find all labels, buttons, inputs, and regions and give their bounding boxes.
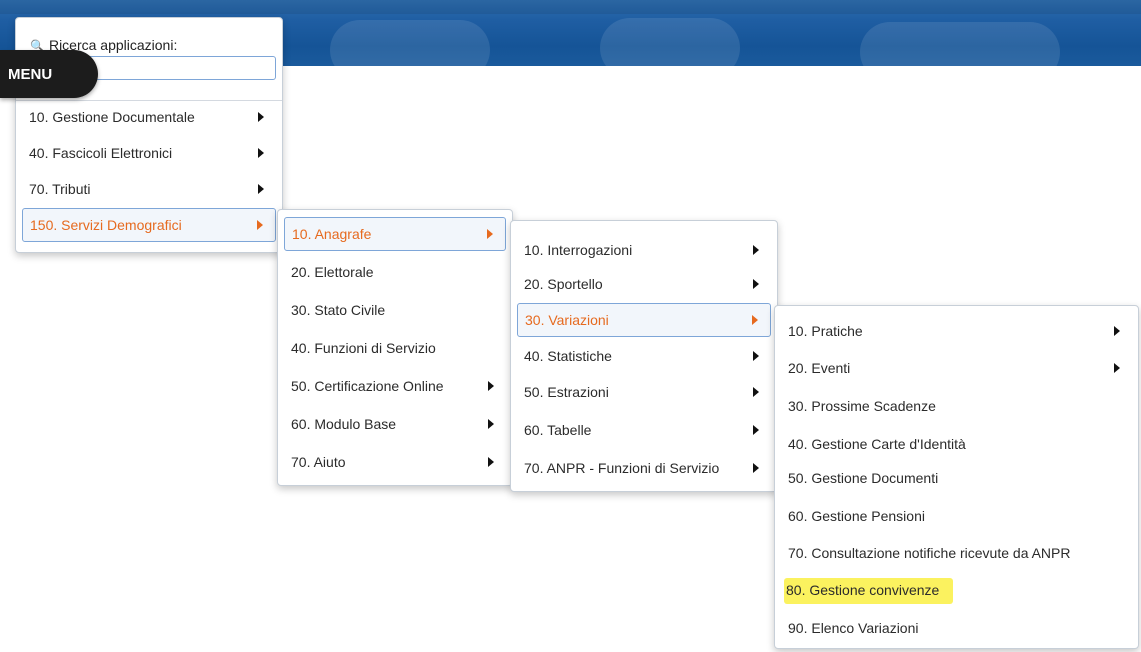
submenu-item-certificazione-online[interactable]: 50. Certificazione Online [284, 369, 506, 403]
submenu-anagrafe: 10. Interrogazioni 20. Sportello 30. Varia… [510, 220, 778, 492]
chevron-right-icon [752, 315, 758, 325]
main-menu-item-gestione-documentale[interactable]: 10. Gestione Documentale [22, 100, 276, 134]
menu-item-label: 70. Aiuto [291, 454, 346, 470]
menu-item-label: 30. Variazioni [525, 312, 609, 328]
submenu-item-pratiche[interactable]: 10. Pratiche [781, 314, 1132, 348]
menu-item-label: 80. Gestione convivenze [784, 578, 954, 604]
submenu-item-sportello[interactable]: 20. Sportello [517, 267, 771, 301]
submenu-item-variazioni[interactable]: 30. Variazioni [517, 303, 771, 337]
menu-item-label: 60. Modulo Base [291, 416, 397, 432]
menu-button[interactable]: MENU [0, 50, 98, 98]
chevron-right-icon [488, 381, 494, 391]
submenu-variazioni: 10. Pratiche 20. Eventi 30. Prossime Scade… [774, 305, 1139, 649]
header-decoration [330, 20, 490, 66]
menu-item-label: 40. Statistiche [524, 348, 612, 364]
chevron-right-icon [753, 463, 759, 473]
menu-button-label: MENU [8, 65, 53, 83]
chevron-right-icon [488, 419, 494, 429]
menu-item-label: 10. Pratiche [788, 323, 863, 339]
menu-item-label: 70. Consultazione notifiche ricevute da … [788, 545, 1071, 561]
menu-item-label: 40. Fascicoli Elettronici [29, 145, 173, 161]
chevron-right-icon [753, 245, 759, 255]
submenu-item-modulo-base[interactable]: 60. Modulo Base [284, 407, 506, 441]
chevron-right-icon [753, 425, 759, 435]
submenu-item-anpr-funzioni-di-servizio[interactable]: 70. ANPR - Funzioni di Servizio [517, 451, 771, 485]
menu-item-label: 20. Sportello [524, 276, 603, 292]
menu-item-label: 50. Estrazioni [524, 384, 609, 400]
submenu-item-interrogazioni[interactable]: 10. Interrogazioni [517, 233, 771, 267]
menu-item-label: 40. Gestione Carte d'Identità [788, 436, 966, 452]
main-menu-item-tributi[interactable]: 70. Tributi [22, 172, 276, 206]
menu-item-label: 60. Gestione Pensioni [788, 508, 925, 524]
header-decoration [860, 22, 1060, 66]
submenu-item-eventi[interactable]: 20. Eventi [781, 351, 1132, 385]
chevron-right-icon [258, 148, 264, 158]
submenu-item-anagrafe[interactable]: 10. Anagrafe [284, 217, 506, 251]
chevron-right-icon [488, 457, 494, 467]
menu-item-label: 40. Funzioni di Servizio [291, 340, 436, 356]
menu-item-label: 20. Elettorale [291, 264, 374, 280]
menu-item-label: 20. Eventi [788, 360, 851, 376]
menu-item-label: 70. Tributi [29, 181, 91, 197]
header-decoration [600, 18, 740, 66]
submenu-item-aiuto[interactable]: 70. Aiuto [284, 445, 506, 479]
submenu-item-prossime-scadenze[interactable]: 30. Prossime Scadenze [781, 389, 1132, 423]
chevron-right-icon [753, 351, 759, 361]
submenu-item-statistiche[interactable]: 40. Statistiche [517, 339, 771, 373]
chevron-right-icon [258, 184, 264, 194]
main-menu-item-fascicoli-elettronici[interactable]: 40. Fascicoli Elettronici [22, 136, 276, 170]
menu-item-label: 10. Interrogazioni [524, 242, 633, 258]
submenu-item-stato-civile[interactable]: 30. Stato Civile [284, 293, 506, 327]
header-stripe [0, 0, 1141, 14]
chevron-right-icon [257, 220, 263, 230]
menu-item-label: 150. Servizi Demografici [30, 217, 182, 233]
submenu-item-elenco-variazioni[interactable]: 90. Elenco Variazioni [781, 611, 1132, 645]
menu-item-label: 30. Stato Civile [291, 302, 386, 318]
chevron-right-icon [1114, 363, 1120, 373]
chevron-right-icon [487, 229, 493, 239]
menu-item-label: 60. Tabelle [524, 422, 592, 438]
menu-item-label: 70. ANPR - Funzioni di Servizio [524, 460, 720, 476]
menu-item-label: 50. Gestione Documenti [788, 470, 939, 486]
menu-item-label: 50. Certificazione Online [291, 378, 444, 394]
submenu-item-funzioni-di-servizio[interactable]: 40. Funzioni di Servizio [284, 331, 506, 365]
menu-item-label: 90. Elenco Variazioni [788, 620, 919, 636]
chevron-right-icon [753, 279, 759, 289]
chevron-right-icon [1114, 326, 1120, 336]
chevron-right-icon [753, 387, 759, 397]
submenu-item-consultazione-notifiche-ricevute-da-anpr[interactable]: 70. Consultazione notifiche ricevute da … [781, 536, 1132, 570]
menu-item-label: 10. Gestione Documentale [29, 109, 195, 125]
submenu-item-tabelle[interactable]: 60. Tabelle [517, 413, 771, 447]
main-menu-item-servizi-demografici[interactable]: 150. Servizi Demografici [22, 208, 276, 242]
submenu-item-gestione-convivenze[interactable]: 80. Gestione convivenze [781, 573, 1132, 607]
menu-item-label: 10. Anagrafe [292, 226, 372, 242]
submenu-item-gestione-carte-d-identit[interactable]: 40. Gestione Carte d'Identità [781, 427, 1132, 461]
submenu-item-gestione-documenti[interactable]: 50. Gestione Documenti [781, 461, 1132, 495]
submenu-item-elettorale[interactable]: 20. Elettorale [284, 255, 506, 289]
submenu-item-gestione-pensioni[interactable]: 60. Gestione Pensioni [781, 499, 1132, 533]
submenu-servizi-demografici: 10. Anagrafe 20. Elettorale 30. Stato Civi… [277, 209, 513, 486]
submenu-item-estrazioni[interactable]: 50. Estrazioni [517, 375, 771, 409]
menu-item-label: 30. Prossime Scadenze [788, 398, 936, 414]
chevron-right-icon [258, 112, 264, 122]
